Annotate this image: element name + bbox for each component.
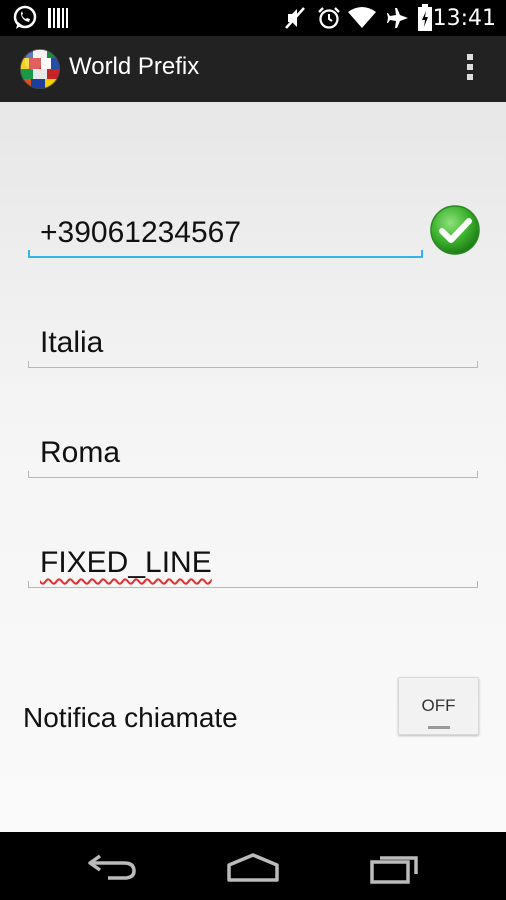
line-type-value: FIXED_LINE (40, 546, 212, 579)
back-icon[interactable] (86, 850, 140, 882)
city-value: Roma (40, 436, 121, 469)
country-value: Italia (40, 326, 104, 359)
action-bar: World Prefix (0, 36, 506, 102)
wifi-icon (348, 7, 376, 28)
overflow-menu-icon[interactable] (464, 54, 476, 86)
app-title: World Prefix (69, 53, 200, 80)
status-bar: 13:41 (0, 0, 506, 36)
phone-number-input[interactable]: +39061234567 (28, 212, 423, 258)
notification-label: Notifica chiamate (23, 702, 238, 733)
globe-flags-icon[interactable] (19, 48, 61, 90)
alarm-icon (318, 7, 340, 29)
city-field[interactable]: Roma (28, 432, 478, 478)
country-field[interactable]: Italia (28, 322, 478, 368)
airplane-icon (387, 8, 408, 28)
notification-toggle[interactable]: OFF (398, 677, 479, 735)
barcode-icon (48, 8, 68, 28)
recents-icon[interactable] (370, 852, 420, 884)
check-icon (430, 205, 480, 255)
home-icon[interactable] (226, 852, 280, 882)
main-content: +39061234567 Italia Roma FIXED_LINE Noti… (0, 102, 506, 832)
toggle-state-text: OFF (421, 696, 456, 715)
status-time: 13:41 (432, 6, 496, 31)
mute-icon (285, 7, 305, 29)
phone-number-value: +39061234567 (40, 216, 242, 249)
battery-icon (418, 4, 432, 31)
whatsapp-icon (13, 5, 37, 29)
line-type-field[interactable]: FIXED_LINE (28, 542, 478, 588)
navigation-bar (0, 832, 506, 900)
toggle-indicator (428, 726, 450, 729)
